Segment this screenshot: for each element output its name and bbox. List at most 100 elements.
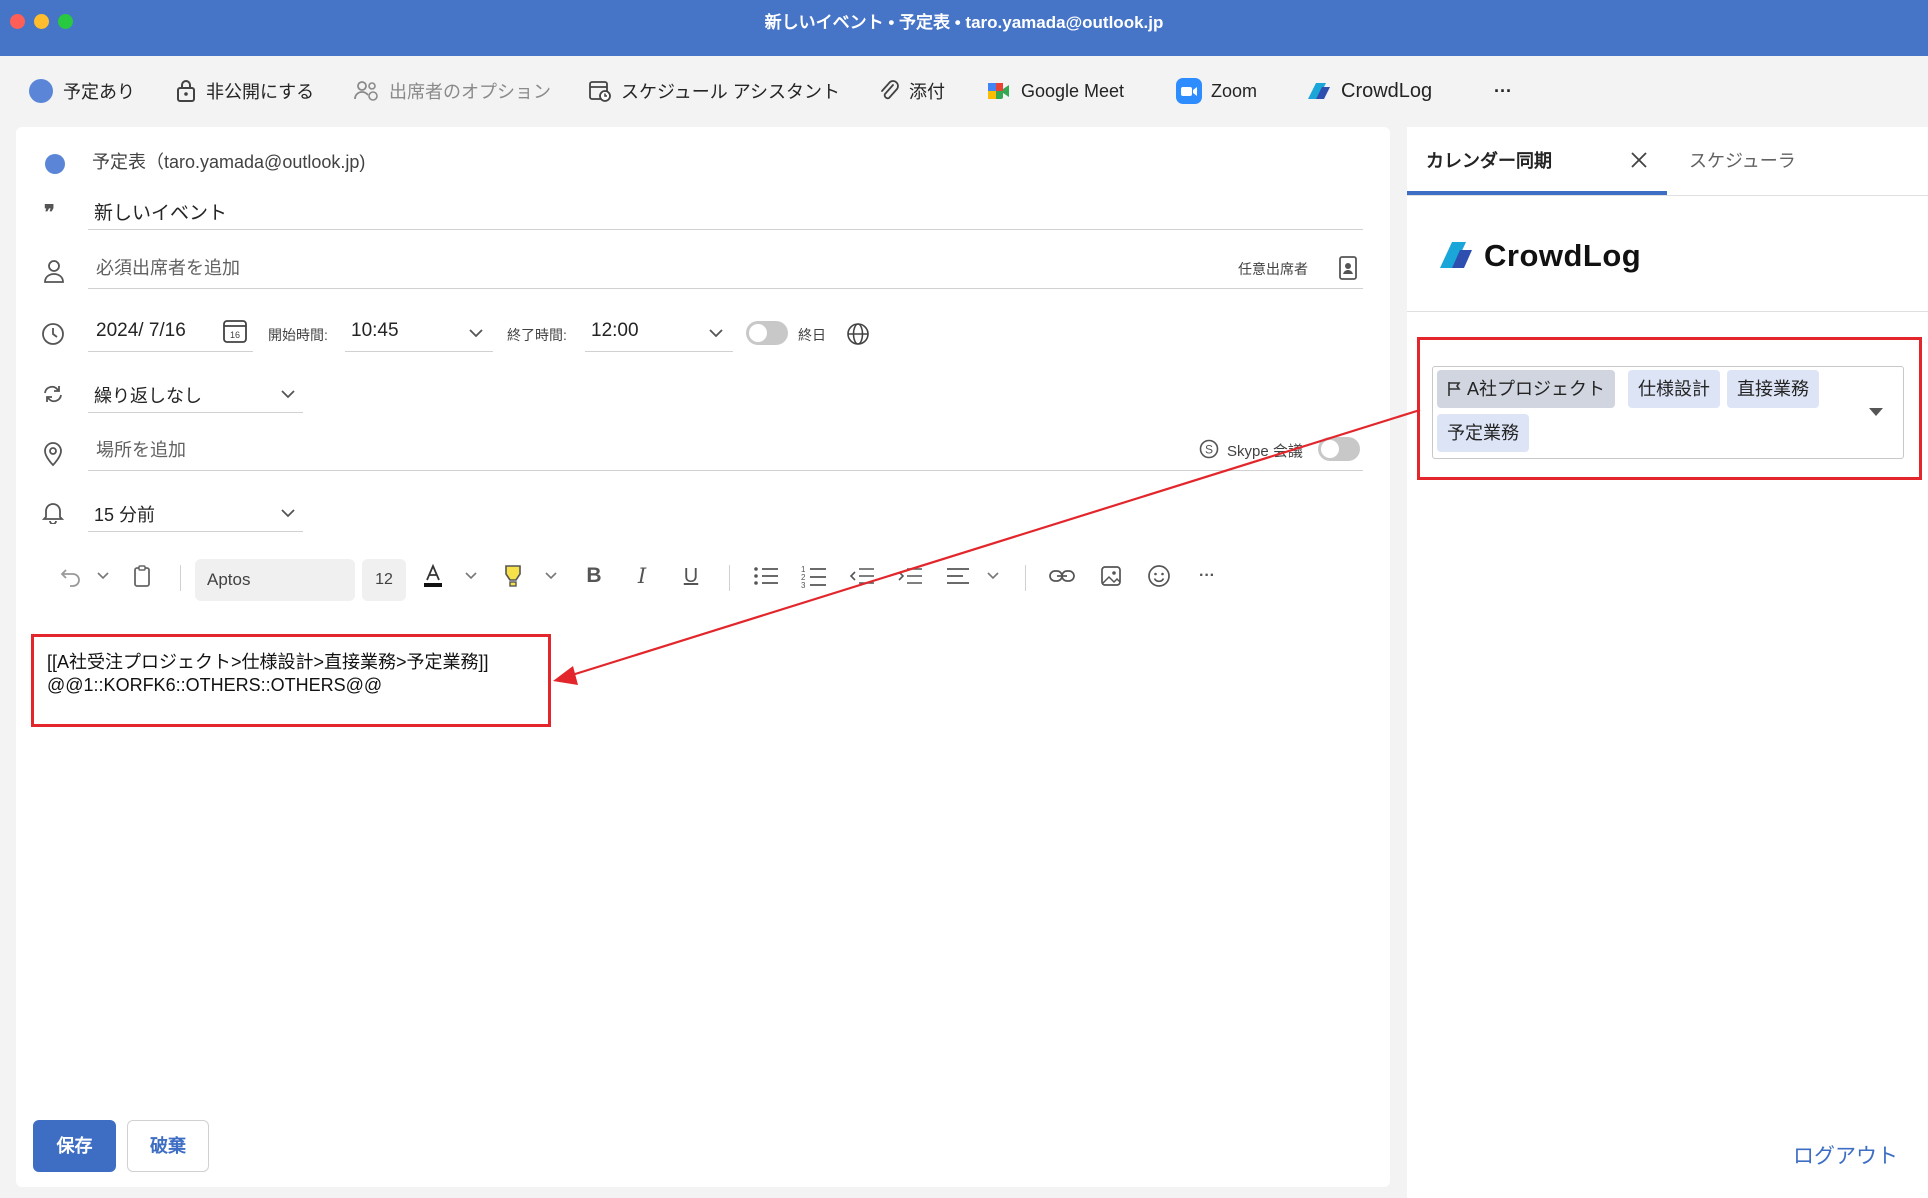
location-input[interactable]: 場所を追加 xyxy=(96,436,186,462)
bold-icon[interactable]: B xyxy=(582,561,606,591)
svg-text:16: 16 xyxy=(230,330,240,340)
chevron-down-icon[interactable] xyxy=(468,326,484,340)
skype-icon: S xyxy=(1199,439,1219,459)
caret-down-icon[interactable] xyxy=(1868,407,1884,417)
skype-meeting-toggle[interactable] xyxy=(1318,437,1360,461)
save-button[interactable]: 保存 xyxy=(33,1120,116,1172)
busy-status-icon xyxy=(28,78,54,104)
chevron-down-icon[interactable] xyxy=(984,561,1002,591)
body-line-2: @@1::KORFK6::OTHERS::OTHERS@@ xyxy=(47,675,383,695)
discard-button[interactable]: 破棄 xyxy=(127,1120,209,1172)
busy-status-label: 予定あり xyxy=(63,82,135,102)
chevron-down-icon[interactable] xyxy=(462,561,480,591)
crowdlog-button[interactable]: CrowdLog xyxy=(1304,76,1432,106)
crowdlog-logo-text: CrowdLog xyxy=(1484,238,1642,273)
font-family-select[interactable]: Aptos xyxy=(195,559,355,601)
svg-text:3: 3 xyxy=(801,581,806,588)
quote-icon: ❞ xyxy=(44,200,55,224)
end-time-label: 終了時間: xyxy=(507,327,567,343)
repeat-select[interactable]: 繰り返しなし xyxy=(94,382,202,408)
bell-icon xyxy=(42,500,64,524)
underline-icon[interactable]: U xyxy=(679,561,703,591)
window-title: 新しいイベント • 予定表 • taro.yamada@outlook.jp xyxy=(764,13,1164,32)
optional-attendees-button[interactable]: 任意出席者 xyxy=(1238,259,1308,279)
crowdlog-logo-icon xyxy=(1438,240,1474,270)
highlighter-icon[interactable] xyxy=(500,561,526,591)
calendar-selector[interactable]: 予定表（taro.yamada@outlook.jp) xyxy=(92,148,365,174)
busy-status-button[interactable]: 予定あり xyxy=(28,76,135,106)
attach-button[interactable]: 添付 xyxy=(878,76,945,106)
flag-icon xyxy=(1447,381,1461,397)
italic-icon[interactable]: I xyxy=(630,561,654,591)
calendar-color-icon xyxy=(44,153,66,175)
person-icon xyxy=(42,258,66,284)
close-icon[interactable] xyxy=(1630,151,1648,169)
ribbon-toolbar: 予定あり 非公開にする 出席者のオプション スケジュール アシスタント 添付 G… xyxy=(0,56,1928,126)
attendee-options-label: 出席者のオプション xyxy=(389,82,551,102)
zoom-icon xyxy=(1176,78,1202,104)
globe-icon[interactable] xyxy=(846,322,870,346)
clock-icon xyxy=(41,322,65,346)
more-label: ··· xyxy=(1494,80,1512,101)
event-body-editor[interactable]: [[A社受注プロジェクト>仕様設計>直接業務>予定業務]] @@1::KORFK… xyxy=(47,651,489,697)
address-book-icon[interactable] xyxy=(1338,255,1358,281)
start-time-label: 開始時間: xyxy=(268,327,328,343)
tag-chip-planned-work[interactable]: 予定業務 xyxy=(1437,414,1529,452)
lock-icon xyxy=(175,79,197,103)
tab-calendar-sync[interactable]: カレンダー同期 xyxy=(1426,127,1552,195)
required-attendees-input[interactable]: 必須出席者を追加 xyxy=(96,254,240,280)
schedule-assistant-button[interactable]: スケジュール アシスタント xyxy=(588,76,840,106)
crowdlog-side-pane xyxy=(1407,127,1928,1198)
attach-label: 添付 xyxy=(909,82,945,102)
chevron-down-icon[interactable] xyxy=(542,561,560,591)
tag-chip-design[interactable]: 仕様設計 xyxy=(1628,370,1720,408)
tag-chip-direct-work[interactable]: 直接業務 xyxy=(1727,370,1819,408)
attendee-options-button[interactable]: 出席者のオプション xyxy=(354,76,551,106)
title-bar: 新しいイベント • 予定表 • taro.yamada@outlook.jp xyxy=(0,0,1928,56)
calendar-clock-icon xyxy=(588,79,612,103)
all-day-toggle[interactable] xyxy=(746,321,788,345)
calendar-icon[interactable]: 16 xyxy=(222,318,248,344)
start-time-select[interactable]: 10:45 xyxy=(351,320,399,342)
event-title-input[interactable]: 新しいイベント xyxy=(94,198,227,225)
end-time-select[interactable]: 12:00 xyxy=(591,320,639,342)
schedule-assistant-label: スケジュール アシスタント xyxy=(621,82,841,102)
align-icon[interactable] xyxy=(944,561,972,591)
private-label: 非公開にする xyxy=(206,82,315,102)
more-format-options[interactable]: ··· xyxy=(1194,561,1220,591)
chevron-down-icon[interactable] xyxy=(708,326,724,340)
crowdlog-label: CrowdLog xyxy=(1341,79,1433,102)
decrease-indent-icon[interactable] xyxy=(848,561,876,591)
people-settings-icon xyxy=(354,79,380,103)
google-meet-icon xyxy=(986,79,1012,103)
date-input[interactable]: 2024/ 7/16 xyxy=(96,320,186,342)
zoom-button[interactable]: Zoom xyxy=(1176,76,1257,106)
tab-scheduler[interactable]: スケジューラ xyxy=(1689,127,1796,195)
bullet-list-icon[interactable] xyxy=(752,561,780,591)
increase-indent-icon[interactable] xyxy=(896,561,924,591)
logout-link[interactable]: ログアウト xyxy=(1793,1140,1898,1170)
font-color-icon[interactable] xyxy=(420,561,446,591)
undo-icon[interactable] xyxy=(58,561,84,591)
google-meet-button[interactable]: Google Meet xyxy=(986,76,1124,106)
numbered-list-icon[interactable]: 123 xyxy=(800,561,828,591)
font-size-select[interactable]: 12 xyxy=(362,559,406,601)
more-options-button[interactable]: ··· xyxy=(1494,76,1512,106)
link-icon[interactable] xyxy=(1048,561,1076,591)
emoji-icon[interactable] xyxy=(1146,561,1172,591)
chevron-down-icon[interactable] xyxy=(280,506,296,520)
zoom-label: Zoom xyxy=(1211,80,1258,101)
svg-text:S: S xyxy=(1205,443,1213,457)
clipboard-icon[interactable] xyxy=(130,561,154,591)
image-icon[interactable] xyxy=(1098,561,1124,591)
paperclip-icon xyxy=(878,79,900,103)
crowdlog-logo-icon xyxy=(1304,79,1332,103)
repeat-icon xyxy=(41,382,65,406)
chevron-down-icon[interactable] xyxy=(94,561,112,591)
google-meet-label: Google Meet xyxy=(1021,80,1125,101)
all-day-label: 終日 xyxy=(798,327,826,343)
reminder-select[interactable]: 15 分前 xyxy=(94,501,155,527)
chevron-down-icon[interactable] xyxy=(280,387,296,401)
private-button[interactable]: 非公開にする xyxy=(175,76,314,106)
tag-chip-project[interactable]: A社プロジェクト xyxy=(1437,370,1616,408)
